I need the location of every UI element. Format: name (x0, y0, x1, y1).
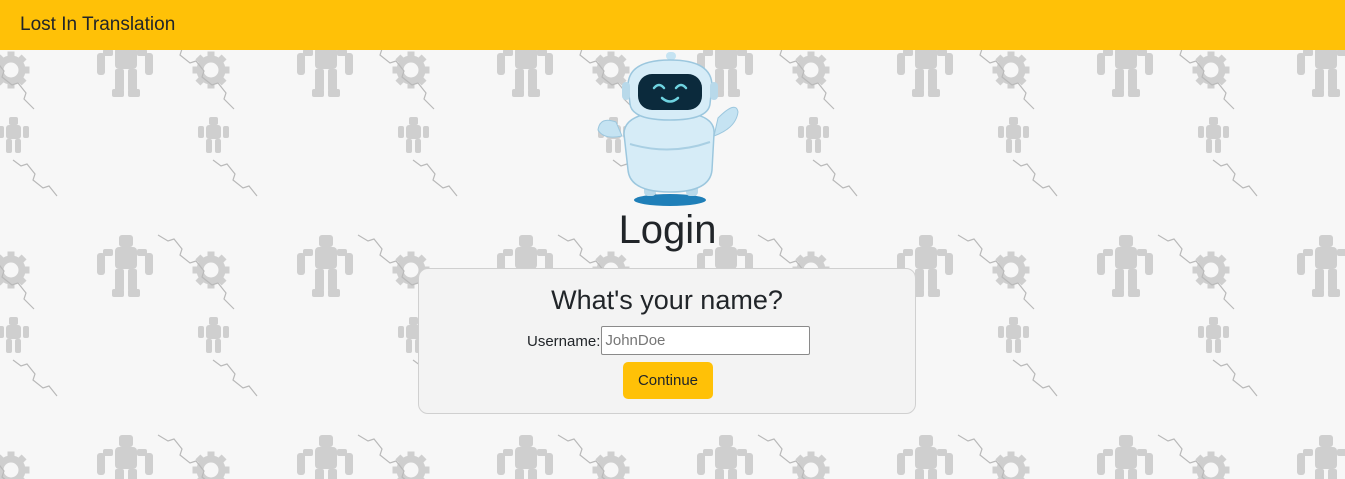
robot-mascot-icon (597, 52, 739, 206)
continue-button[interactable]: Continue (623, 362, 713, 399)
top-navbar: Lost In Translation (0, 0, 1345, 50)
brand-link[interactable]: Lost In Translation (20, 14, 175, 36)
username-input[interactable] (601, 326, 811, 355)
username-label: Username: (527, 333, 601, 350)
username-row: Username: (527, 326, 811, 355)
card-title: What's your name? (551, 285, 783, 315)
main-content: Login What's your name? Username: Contin… (0, 50, 1345, 479)
login-title: Login (618, 208, 717, 252)
login-card: What's your name? Username: Continue (418, 268, 916, 414)
